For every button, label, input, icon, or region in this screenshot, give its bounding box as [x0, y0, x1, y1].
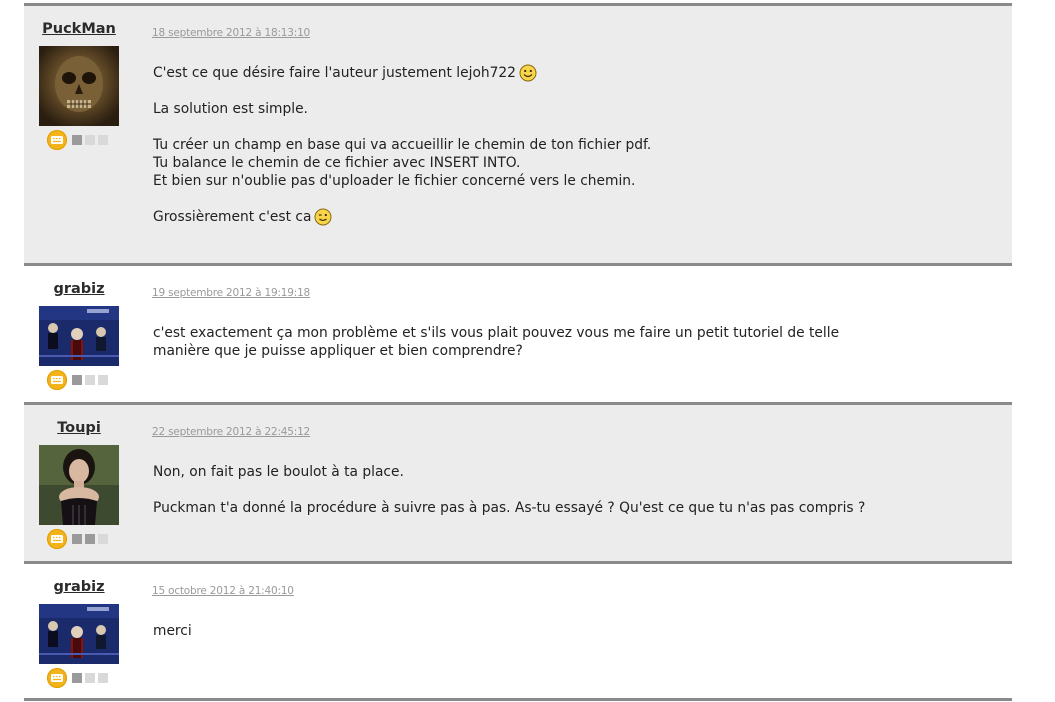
message-line: La solution est simple.	[153, 101, 308, 117]
rank-indicator	[39, 369, 119, 391]
rank-square	[72, 673, 82, 683]
message-line: C'est ce que désire faire l'auteur juste…	[153, 65, 516, 81]
author-column: grabiz	[39, 266, 119, 391]
forum-post: Toupi 22 septembre 2012 à 22:45:12 Non, …	[24, 402, 1012, 561]
rank-square	[72, 534, 82, 544]
author-name-link[interactable]: grabiz	[39, 579, 119, 595]
post-message: Non, on fait pas le boulot à ta place. P…	[153, 463, 873, 535]
author-name-link[interactable]: PuckMan	[39, 21, 119, 37]
message-line: Puckman t'a donné la procédure à suivre …	[153, 500, 866, 516]
post-date-link[interactable]: 18 septembre 2012 à 18:13:10	[152, 27, 310, 39]
rank-square	[85, 673, 95, 683]
rank-square	[85, 534, 95, 544]
message-line: Non, on fait pas le boulot à ta place.	[153, 464, 404, 480]
keyboard-badge-icon	[47, 370, 67, 390]
rank-square	[72, 135, 82, 145]
message-line: manière que je puisse appliquer et bien …	[153, 343, 523, 359]
wink-smiley-icon	[314, 208, 332, 226]
avatar[interactable]	[39, 445, 119, 525]
author-column: Toupi	[39, 405, 119, 550]
rank-square	[98, 375, 108, 385]
avatar[interactable]	[39, 604, 119, 664]
rank-square	[85, 135, 95, 145]
rank-indicator	[39, 129, 119, 151]
rank-indicator	[39, 528, 119, 550]
post-message: c'est exactement ça mon problème et s'il…	[153, 324, 873, 378]
rank-square	[98, 673, 108, 683]
keyboard-badge-icon	[47, 130, 67, 150]
rank-square	[98, 534, 108, 544]
smiley-icon	[519, 64, 537, 82]
message-line: Tu créer un champ en base qui va accueil…	[153, 137, 652, 153]
message-line: Tu balance le chemin de ce fichier avec …	[153, 155, 521, 171]
message-line: merci	[153, 623, 192, 639]
author-column: grabiz	[39, 564, 119, 689]
keyboard-badge-icon	[47, 668, 67, 688]
message-line: Grossièrement c'est ca	[153, 209, 312, 225]
rank-square	[98, 135, 108, 145]
author-column: PuckMan	[39, 6, 119, 151]
forum-post: grabiz 1	[24, 561, 1012, 701]
post-date-link[interactable]: 15 octobre 2012 à 21:40:10	[152, 585, 294, 597]
author-name-link[interactable]: grabiz	[39, 281, 119, 297]
avatar[interactable]	[39, 306, 119, 366]
author-name-link[interactable]: Toupi	[39, 420, 119, 436]
forum-post: PuckMan 18 septembre 2012 à 18:13:10 C'e…	[24, 3, 1012, 263]
post-message: merci	[153, 622, 873, 658]
rank-indicator	[39, 667, 119, 689]
message-line: Et bien sur n'oublie pas d'uploader le f…	[153, 173, 636, 189]
post-message: C'est ce que désire faire l'auteur juste…	[153, 64, 873, 244]
forum-thread: PuckMan 18 septembre 2012 à 18:13:10 C'e…	[24, 3, 1012, 701]
rank-square	[85, 375, 95, 385]
forum-post: grabiz 1	[24, 263, 1012, 402]
post-date-link[interactable]: 19 septembre 2012 à 19:19:18	[152, 287, 310, 299]
message-line: c'est exactement ça mon problème et s'il…	[153, 325, 840, 341]
rank-square	[72, 375, 82, 385]
post-date-link[interactable]: 22 septembre 2012 à 22:45:12	[152, 426, 310, 438]
keyboard-badge-icon	[47, 529, 67, 549]
avatar[interactable]	[39, 46, 119, 126]
